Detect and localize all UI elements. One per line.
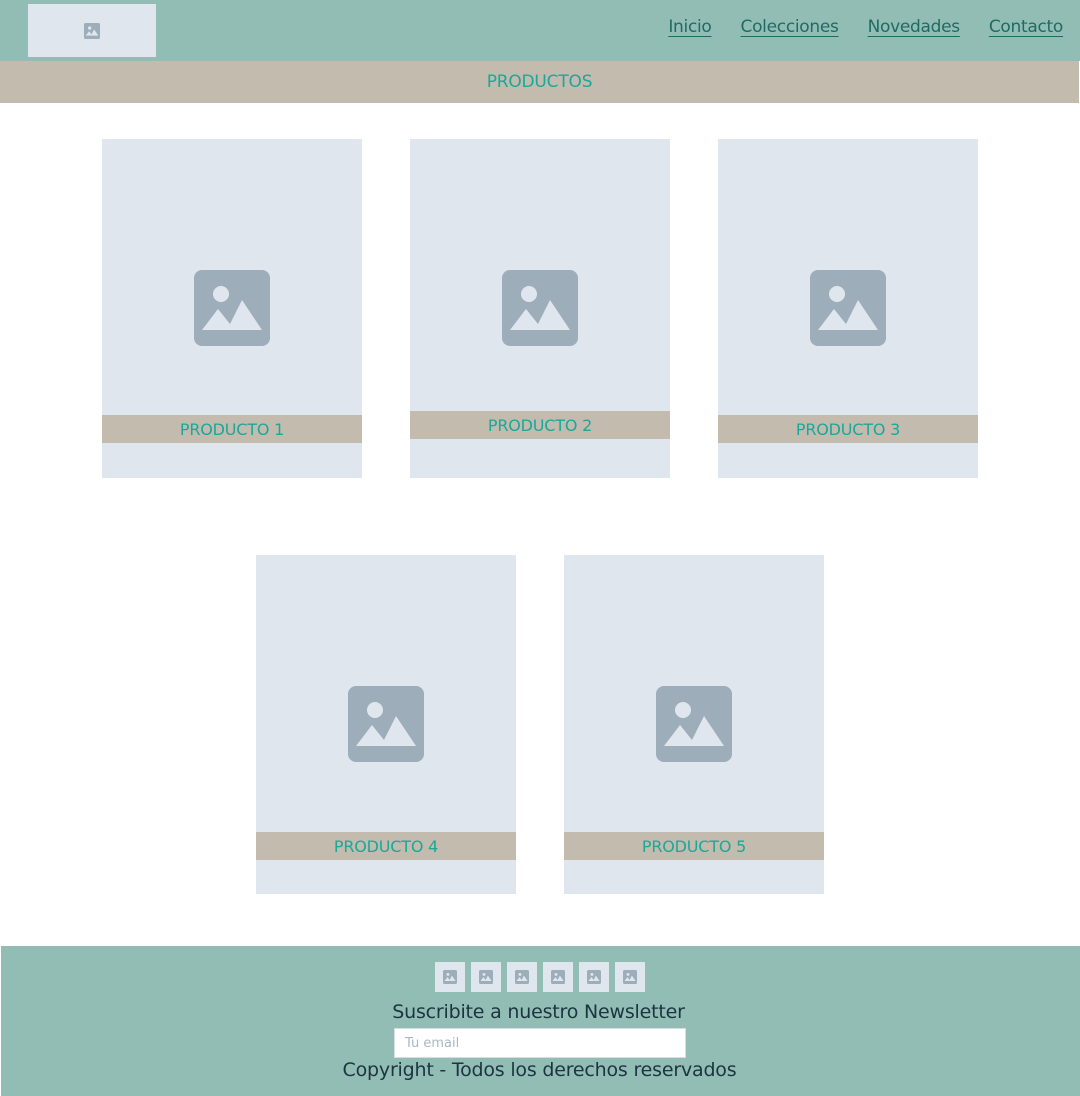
image-placeholder-icon	[656, 686, 732, 762]
nav-link-colecciones[interactable]: Colecciones	[741, 17, 839, 37]
product-name: PRODUCTO 3	[795, 419, 901, 439]
site-header: Inicio Colecciones Novedades Contacto	[0, 0, 1080, 61]
nav-link-novedades[interactable]: Novedades	[868, 17, 961, 37]
product-name: PRODUCTO 5	[641, 836, 747, 856]
site-footer: Suscribite a nuestro Newsletter Copyrigh…	[1, 946, 1080, 1096]
product-card-3[interactable]: PRODUCTO 3	[718, 139, 978, 478]
image-placeholder-icon	[502, 270, 578, 346]
product-label: PRODUCTO 2	[410, 411, 670, 439]
image-placeholder-icon	[515, 970, 529, 984]
copyright-text: Copyright - Todos los derechos reservado…	[342, 1059, 737, 1081]
social-link-2[interactable]	[471, 962, 501, 992]
social-links	[435, 962, 645, 992]
product-card-2[interactable]: PRODUCTO 2	[410, 139, 670, 478]
image-placeholder-icon	[623, 970, 637, 984]
nav-link-inicio[interactable]: Inicio	[668, 17, 711, 37]
newsletter-title: Suscribite a nuestro Newsletter	[392, 1001, 685, 1023]
product-label: PRODUCTO 1	[102, 415, 362, 443]
image-placeholder-icon	[479, 970, 493, 984]
image-placeholder-icon	[587, 970, 601, 984]
logo[interactable]	[28, 4, 156, 57]
product-name: PRODUCTO 1	[179, 419, 285, 439]
image-placeholder-icon	[348, 686, 424, 762]
nav-link-contacto[interactable]: Contacto	[989, 17, 1063, 37]
main-nav: Inicio Colecciones Novedades Contacto	[668, 17, 1063, 37]
product-card-4[interactable]: PRODUCTO 4	[256, 555, 516, 894]
product-card-1[interactable]: PRODUCTO 1	[102, 139, 362, 478]
social-link-6[interactable]	[615, 962, 645, 992]
product-label: PRODUCTO 5	[564, 832, 824, 860]
social-link-4[interactable]	[543, 962, 573, 992]
social-link-1[interactable]	[435, 962, 465, 992]
product-label: PRODUCTO 4	[256, 832, 516, 860]
image-placeholder-icon	[551, 970, 565, 984]
image-placeholder-icon	[194, 270, 270, 346]
social-link-3[interactable]	[507, 962, 537, 992]
image-placeholder-icon	[84, 22, 100, 39]
product-name: PRODUCTO 4	[333, 836, 439, 856]
social-link-5[interactable]	[579, 962, 609, 992]
newsletter-email-input[interactable]	[394, 1028, 686, 1058]
page-title-banner: PRODUCTOS	[0, 61, 1079, 103]
page-title: PRODUCTOS	[486, 72, 593, 92]
product-card-5[interactable]: PRODUCTO 5	[564, 555, 824, 894]
image-placeholder-icon	[443, 970, 457, 984]
product-label: PRODUCTO 3	[718, 415, 978, 443]
product-name: PRODUCTO 2	[487, 415, 593, 435]
image-placeholder-icon	[810, 270, 886, 346]
